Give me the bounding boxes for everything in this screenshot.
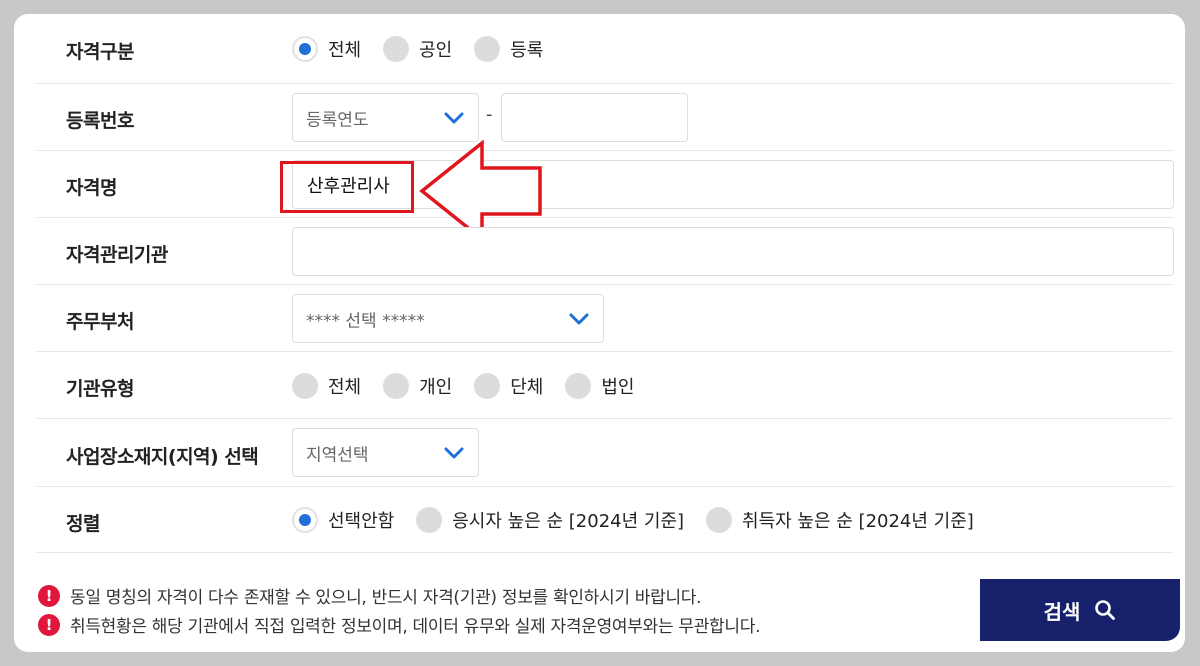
qual-type-label: 자격구분 (66, 41, 134, 63)
radio-label: 취득자 높은 순 [2024년 기준] (742, 511, 974, 532)
warning-icon: ! (38, 584, 60, 607)
chevron-down-icon (444, 112, 464, 123)
radio-checked-icon (292, 36, 318, 62)
row-region: 사업장소재지(지역) 선택 (36, 419, 1173, 487)
sort-radio-applicants[interactable]: 응시자 높은 순 [2024년 기준] (416, 507, 684, 533)
radio-icon (416, 507, 443, 533)
radio-icon (565, 373, 592, 399)
search-form-card: 자격구분 전체 공인 등록 등록번호 등록연도 - 자격명 산후관리사 자격관리… (14, 14, 1185, 652)
highlight-box (280, 161, 414, 213)
reg-number-input[interactable] (501, 93, 688, 142)
radio-checked-icon (292, 507, 318, 533)
radio-icon (383, 36, 410, 62)
warning-icon: ! (38, 613, 60, 636)
notice-1: ! 동일 명칭의 자격이 다수 존재할 수 있으니, 반드시 자격(기관) 정보… (38, 583, 702, 608)
region-label: 사업장소재지(지역) 선택 (66, 446, 259, 468)
ministry-label: 주무부처 (66, 311, 134, 333)
org-type-radio-group-org[interactable]: 단체 (474, 373, 543, 399)
sort-radio-acquirers[interactable]: 취득자 높은 순 [2024년 기준] (706, 507, 974, 533)
org-type-label: 기관유형 (66, 378, 134, 400)
region-select[interactable]: 지역선택 (292, 428, 479, 477)
notice-text: 동일 명칭의 자격이 다수 존재할 수 있으니, 반드시 자격(기관) 정보를 … (70, 588, 702, 608)
qual-type-radio-all[interactable]: 전체 (292, 36, 361, 62)
radio-label: 전체 (328, 40, 362, 61)
org-type-radio-individual[interactable]: 개인 (383, 373, 452, 399)
radio-icon (292, 373, 318, 399)
agency-input[interactable] (292, 227, 1174, 276)
radio-icon (474, 373, 501, 399)
qual-type-radio-certified[interactable]: 공인 (383, 36, 452, 62)
sort-radio-group: 선택안함 응시자 높은 순 [2024년 기준] 취득자 높은 순 [2024년… (292, 507, 996, 533)
chevron-down-icon (569, 313, 589, 324)
reg-number-label: 등록번호 (66, 110, 134, 132)
radio-icon (383, 373, 410, 399)
radio-label: 선택안함 (328, 511, 395, 532)
radio-label: 개인 (419, 377, 453, 398)
select-value: **** 선택 ***** (306, 311, 425, 331)
qual-type-radio-group: 전체 공인 등록 (292, 36, 565, 62)
ministry-select[interactable]: **** 선택 ***** (292, 294, 604, 343)
row-ministry: 주무부처 (36, 285, 1173, 352)
select-value: 지역선택 (306, 445, 369, 465)
search-button-label: 검색 (1043, 599, 1081, 624)
org-type-radio-corporation[interactable]: 법인 (565, 373, 635, 399)
radio-label: 단체 (510, 377, 544, 398)
reg-number-separator: - (486, 104, 493, 125)
row-qual-type: 자격구분 전체 공인 등록 (36, 14, 1173, 84)
sort-label: 정렬 (66, 513, 100, 535)
row-sort: 정렬 선택안함 응시자 높은 순 [2024년 기준] 취득자 높은 순 [20… (36, 487, 1173, 553)
qual-type-radio-registered[interactable]: 등록 (474, 36, 543, 62)
search-icon (1095, 600, 1116, 620)
radio-label: 전체 (328, 377, 362, 398)
notice-text: 취득현황은 해당 기관에서 직접 입력한 정보이며, 데이터 유무와 실제 자격… (70, 617, 761, 637)
chevron-down-icon (444, 447, 464, 458)
radio-icon (706, 507, 733, 533)
radio-label: 등록 (510, 40, 544, 61)
reg-year-select[interactable]: 등록연도 (292, 93, 479, 142)
org-type-radio-all[interactable]: 전체 (292, 373, 361, 399)
row-org-type: 기관유형 전체 개인 단체 법인 (36, 352, 1173, 419)
qual-name-label: 자격명 (66, 177, 117, 199)
org-type-radio-group: 전체 개인 단체 법인 (292, 373, 657, 399)
agency-label: 자격관리기관 (66, 244, 168, 266)
search-button[interactable]: 검색 (980, 579, 1180, 641)
radio-label: 법인 (601, 377, 635, 398)
sort-radio-none[interactable]: 선택안함 (292, 507, 394, 533)
select-value: 등록연도 (306, 110, 369, 130)
radio-label: 응시자 높은 순 [2024년 기준] (452, 511, 685, 532)
radio-label: 공인 (419, 40, 453, 61)
radio-icon (474, 36, 501, 62)
notice-2: ! 취득현황은 해당 기관에서 직접 입력한 정보이며, 데이터 유무와 실제 … (38, 612, 760, 637)
